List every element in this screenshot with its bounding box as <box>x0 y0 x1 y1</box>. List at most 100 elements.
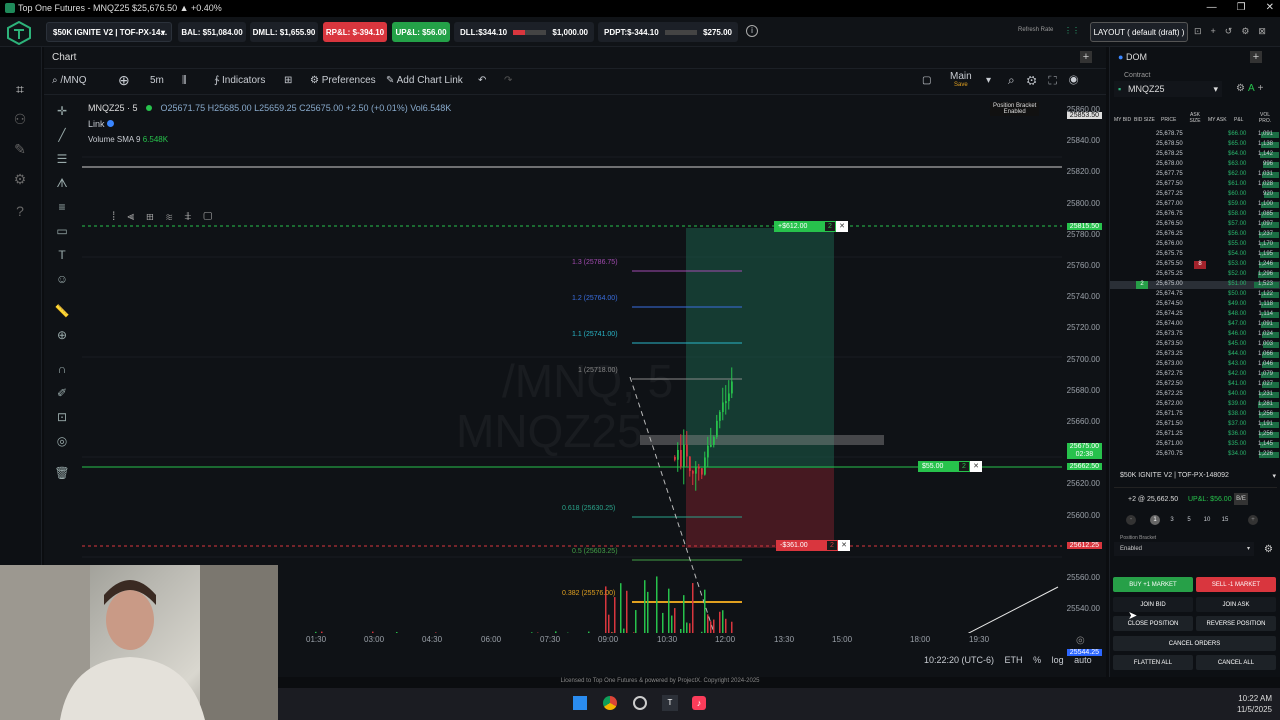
qty-1[interactable]: 1 <box>1150 515 1160 525</box>
chart-actions[interactable]: ⌕⚙⛶◉ <box>1008 73 1090 88</box>
price-axis[interactable]: 25860.00 25840.00 25820.00 25800.00 25780.00… <box>1058 97 1104 656</box>
emoji-icon[interactable]: ☺ <box>54 271 70 287</box>
close-button[interactable]: ✕ <box>1266 2 1274 13</box>
dom-row[interactable]: 25,677.50 $61.00 1,028 <box>1110 181 1280 189</box>
gear-icon[interactable]: ⚙ <box>1264 544 1273 555</box>
sell-market-button[interactable]: SELL -1 MARKET <box>1196 577 1276 592</box>
dom-settings-icons[interactable]: ⚙A+ <box>1236 83 1266 94</box>
add-panel-button[interactable]: + <box>1250 51 1262 63</box>
dom-row[interactable]: 25,678.25 $64.00 1,142 <box>1110 151 1280 159</box>
templates-icon[interactable]: ⊞ <box>284 75 292 86</box>
minimize-button[interactable]: — <box>1207 2 1217 13</box>
draw-mode-icon[interactable]: ✐ <box>54 385 70 401</box>
layout-toggle-icon[interactable]: ▢ <box>922 75 931 86</box>
interval-selector[interactable]: 5m <box>150 75 164 86</box>
stop-loss-order[interactable]: -$361.00 2 ✕ <box>776 540 856 551</box>
dom-row[interactable]: 25,675.75 $54.00 1,195 <box>1110 251 1280 259</box>
take-profit-order[interactable]: +$612.00 2 ✕ <box>774 221 854 232</box>
bid-size-cell[interactable]: 2 <box>1136 281 1148 289</box>
help-icon[interactable]: ? <box>10 201 30 221</box>
fib-icon[interactable]: ≡ <box>54 199 70 215</box>
windows-start-icon[interactable] <box>573 696 587 710</box>
contract-selector[interactable]: ▪ MNQZ25 ▾ <box>1114 81 1222 97</box>
pitchfork-icon[interactable]: ᗑ <box>54 175 70 191</box>
add-symbol-icon[interactable]: ⊕ <box>118 72 130 89</box>
cancel-all-button[interactable]: CANCEL ALL <box>1196 655 1276 670</box>
dom-ladder[interactable]: 25,678.75 $66.00 1,091 25,678.50 $65.00 1,138… <box>1110 131 1280 461</box>
drawing-object-toolbar[interactable]: ⁞⫷⊞≋⋕▢ <box>112 209 236 229</box>
chart-type-icon[interactable]: ⫼ <box>182 75 187 86</box>
dom-row[interactable]: 25,676.25 $56.00 1,237 <box>1110 231 1280 239</box>
dom-row[interactable]: 25,673.25 $44.00 1,066 <box>1110 351 1280 359</box>
dom-row[interactable]: 25,673.00 $43.00 1,046 <box>1110 361 1280 369</box>
maximize-button[interactable]: ❐ <box>1237 2 1246 13</box>
info-icon[interactable]: i <box>746 25 758 37</box>
dom-row[interactable]: 25,674.75 $50.00 1,122 <box>1110 291 1280 299</box>
rectangle-icon[interactable]: ▭ <box>54 223 70 239</box>
dom-row[interactable]: 25,677.00 $59.00 1,100 <box>1110 201 1280 209</box>
dom-tab[interactable]: ● DOM <box>1118 52 1147 62</box>
dom-row[interactable]: 25,677.25 $60.00 920 <box>1110 191 1280 199</box>
session-toggle[interactable]: ETH <box>1005 655 1023 665</box>
dom-row[interactable]: 25,675.25 $52.00 1,296 <box>1110 271 1280 279</box>
dom-row[interactable]: 25,673.50 $45.00 1,003 <box>1110 341 1280 349</box>
layout-actions[interactable]: ⊡+↺⚙⊠ <box>1194 26 1275 37</box>
close-icon[interactable]: ✕ <box>838 540 850 551</box>
dom-row[interactable]: 25,678.50 $65.00 1,138 <box>1110 141 1280 149</box>
horizontal-lines-icon[interactable]: ☰ <box>54 151 70 167</box>
obs-icon[interactable] <box>633 696 647 710</box>
add-panel-button[interactable]: + <box>1080 51 1092 63</box>
scroll-to-realtime-icon[interactable]: ◎ <box>1076 635 1085 646</box>
add-chart-link-button[interactable]: ✎ Add Chart Link <box>386 75 463 86</box>
bracket-selector[interactable]: Enabled ▾ <box>1114 542 1254 556</box>
dom-row[interactable]: 25,672.50 $41.00 1,027 <box>1110 381 1280 389</box>
dom-row[interactable]: 25,678.75 $66.00 1,091 <box>1110 131 1280 139</box>
music-app-icon[interactable]: ♪ <box>692 696 706 710</box>
join-bid-button[interactable]: JOIN BID <box>1113 597 1193 612</box>
chart-view-icon[interactable]: ⌗ <box>10 79 30 99</box>
ruler-icon[interactable]: 📏 <box>54 303 70 319</box>
dom-row[interactable]: 2 25,675.00 $51.00 1,523 <box>1110 281 1280 289</box>
dom-row[interactable]: 25,672.00 $39.00 1,281 <box>1110 401 1280 409</box>
indicators-button[interactable]: ∱ Indicators <box>214 75 265 86</box>
eye-icon[interactable]: ◎ <box>54 433 70 449</box>
join-ask-button[interactable]: JOIN ASK <box>1196 597 1276 612</box>
reverse-position-button[interactable]: REVERSE POSITION <box>1196 616 1276 631</box>
qty-increase-button[interactable]: + <box>1248 515 1258 525</box>
system-clock[interactable]: 10:22 AM 11/5/2025 <box>1237 693 1272 715</box>
percent-toggle[interactable]: % <box>1033 655 1041 665</box>
auto-toggle[interactable]: auto <box>1074 655 1092 665</box>
trendline-icon[interactable]: ╱ <box>54 127 70 143</box>
dom-row[interactable]: 25,671.50 $37.00 1,191 <box>1110 421 1280 429</box>
qty-decrease-button[interactable]: - <box>1126 515 1136 525</box>
users-icon[interactable]: ⚇ <box>10 109 30 129</box>
dom-account-selector[interactable]: $50K IGNITE V2 | TOF-PX-148092 ▾ <box>1120 472 1276 480</box>
undo-icon[interactable]: ↶ <box>478 75 486 86</box>
account-selector[interactable]: $50K IGNITE V2 | TOF-PX-14... ▾ <box>46 22 172 42</box>
redo-icon[interactable]: ↷ <box>504 75 512 86</box>
trading-app-icon[interactable]: T <box>662 695 678 711</box>
lock-icon[interactable]: ⊡ <box>54 409 70 425</box>
dom-row[interactable]: 25,674.50 $49.00 1,118 <box>1110 301 1280 309</box>
buy-market-button[interactable]: BUY +1 MARKET <box>1113 577 1193 592</box>
ask-size-cell[interactable]: 8 <box>1194 261 1206 269</box>
qty-10[interactable]: 10 <box>1202 515 1212 525</box>
crosshair-icon[interactable]: ✛ <box>54 103 70 119</box>
dom-row[interactable]: 25,674.25 $48.00 1,114 <box>1110 311 1280 319</box>
dom-row[interactable]: 25,671.25 $36.00 1,256 <box>1110 431 1280 439</box>
layout-save-button[interactable]: Main Save <box>950 72 972 90</box>
chrome-icon[interactable] <box>603 696 617 710</box>
dom-row[interactable]: 25,671.00 $35.00 1,145 <box>1110 441 1280 449</box>
zoom-in-icon[interactable]: ⊕ <box>54 327 70 343</box>
dom-row[interactable]: 25,671.75 $38.00 1,256 <box>1110 411 1280 419</box>
flatten-all-button[interactable]: FLATTEN ALL <box>1113 655 1193 670</box>
text-icon[interactable]: T <box>54 247 70 263</box>
dom-row[interactable]: 25,670.75 $34.00 1,226 <box>1110 451 1280 459</box>
settings-icon[interactable]: ⚙ <box>10 169 30 189</box>
qty-15[interactable]: 15 <box>1220 515 1230 525</box>
dom-row[interactable]: 25,678.00 $63.00 996 <box>1110 161 1280 169</box>
trash-icon[interactable]: 🗑 <box>54 465 70 481</box>
dom-row[interactable]: 25,676.75 $58.00 1,085 <box>1110 211 1280 219</box>
chart-tab[interactable]: Chart <box>52 52 76 63</box>
dom-row[interactable]: 25,673.75 $46.00 1,024 <box>1110 331 1280 339</box>
